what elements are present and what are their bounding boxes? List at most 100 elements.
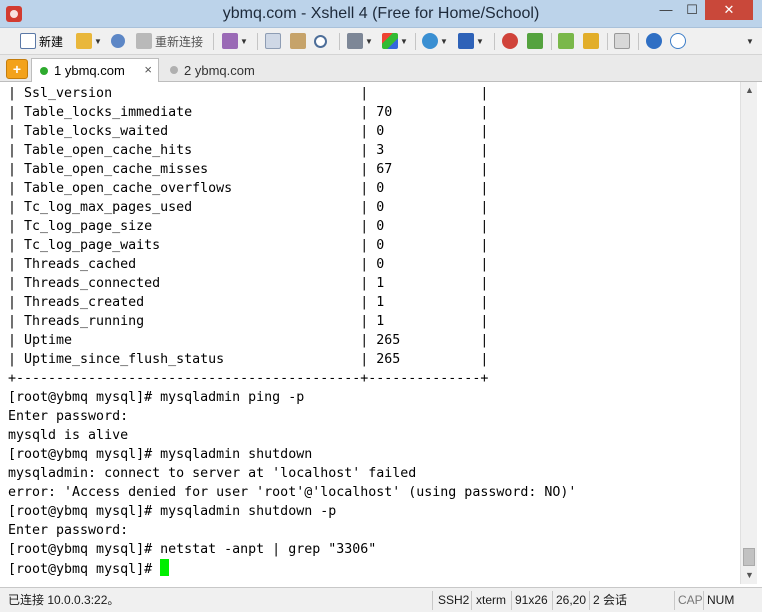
toolbar-separator xyxy=(339,33,340,50)
terminal-line: [root@ybmq mysql]# mysqladmin ping -p xyxy=(8,390,305,405)
link-button[interactable] xyxy=(111,31,125,51)
tab-label: 2 ybmq.com xyxy=(184,62,255,78)
properties-button[interactable]: ▼ xyxy=(222,31,248,51)
terminal-line: | Threads_cached | 0 | xyxy=(8,257,489,272)
status-divider xyxy=(471,591,472,610)
tab-label: 1 ybmq.com xyxy=(54,63,125,78)
terminal-line: | Tc_log_page_size | 0 | xyxy=(8,219,489,234)
fullscreen-icon xyxy=(558,33,574,49)
chevron-down-icon: ▼ xyxy=(400,36,408,46)
terminal-line: | Tc_log_max_pages_used | 0 | xyxy=(8,200,489,215)
font-icon xyxy=(458,33,474,49)
add-tab-button[interactable]: + xyxy=(6,59,28,79)
xftp-button[interactable] xyxy=(502,31,518,51)
maximize-button[interactable]: ☐ xyxy=(679,0,705,20)
status-bar: 已连接 10.0.0.3:22。 SSH2 xterm 91x26 26,20 … xyxy=(0,587,762,612)
chevron-down-icon: ▼ xyxy=(240,36,248,46)
terminal-output[interactable]: | Ssl_version | | | Table_locks_immediat… xyxy=(0,82,740,584)
tab-session-1[interactable]: 1 ybmq.com × xyxy=(31,58,159,82)
terminal-prompt-line[interactable]: [root@ybmq mysql]# xyxy=(8,559,170,578)
title-bar: ybmq.com - Xshell 4 (Free for Home/Schoo… xyxy=(0,0,762,28)
toolbar-overflow-button[interactable]: ▼ xyxy=(744,31,754,51)
copy-icon xyxy=(265,33,281,49)
minimize-button[interactable]: — xyxy=(653,0,679,20)
globe-icon xyxy=(422,33,438,49)
print-icon xyxy=(347,33,363,49)
properties-icon xyxy=(222,33,238,49)
scroll-up-arrow-icon[interactable]: ▲ xyxy=(741,82,758,99)
chevron-down-icon: ▼ xyxy=(94,36,102,46)
terminal-size-status: 91x26 xyxy=(515,593,548,607)
open-folder-icon xyxy=(76,33,92,49)
terminal-cursor xyxy=(160,559,170,576)
status-divider xyxy=(589,591,590,610)
toolbar-separator xyxy=(551,33,552,50)
caps-lock-indicator: CAP xyxy=(678,593,703,607)
xmanager-icon xyxy=(527,33,543,49)
protocol-status: SSH2 xyxy=(438,593,470,607)
terminal-line: | Threads_created | 1 | xyxy=(8,295,489,310)
print-button[interactable]: ▼ xyxy=(347,31,373,51)
terminal-line: | Table_open_cache_hits | 3 | xyxy=(8,143,489,158)
find-button[interactable] xyxy=(314,31,327,51)
globe-button[interactable]: ▼ xyxy=(422,31,448,51)
open-folder-button[interactable]: ▼ xyxy=(76,31,102,51)
num-lock-indicator: NUM xyxy=(707,593,735,607)
copy-button[interactable] xyxy=(265,31,281,51)
find-icon xyxy=(314,34,327,48)
tab-session-2[interactable]: 2 ybmq.com xyxy=(162,58,272,82)
disconnected-status-icon xyxy=(170,66,178,74)
toolbar: 新建 ▼ 重新连接 ▼ ▼ ▼ ▼ ▼ ▼ xyxy=(0,28,762,55)
terminal-line: error: 'Access denied for user 'root'@'l… xyxy=(8,485,577,500)
terminal-line: [root@ybmq mysql]# netstat -anpt | grep … xyxy=(8,542,377,557)
tab-bar: + 1 ybmq.com × 2 ybmq.com xyxy=(0,55,762,82)
status-divider xyxy=(552,591,553,610)
chat-button[interactable] xyxy=(670,31,686,51)
new-session-icon xyxy=(20,33,36,49)
xftp-icon xyxy=(502,33,518,49)
terminal-type-status: xterm xyxy=(476,593,506,607)
help-icon xyxy=(646,33,662,49)
toolbar-separator xyxy=(494,33,495,50)
close-button[interactable]: ✕ xyxy=(705,0,753,20)
chevron-down-icon: ▼ xyxy=(365,36,373,46)
terminal-line: | Threads_running | 1 | xyxy=(8,314,489,329)
xmanager-button[interactable] xyxy=(527,31,543,51)
terminal-line: | Uptime | 265 | xyxy=(8,333,489,348)
status-divider xyxy=(511,591,512,610)
terminal-line: mysqld is alive xyxy=(8,428,129,443)
status-divider xyxy=(674,591,675,610)
lock-button[interactable] xyxy=(583,31,599,51)
new-session-button[interactable]: 新建 xyxy=(20,31,63,51)
chevron-down-icon: ▼ xyxy=(440,36,448,46)
terminal-line: [root@ybmq mysql]# mysqladmin shutdown -… xyxy=(8,504,337,519)
terminal-scrollbar[interactable]: ▲ ▼ xyxy=(740,82,757,584)
terminal-line: +---------------------------------------… xyxy=(8,371,489,386)
fullscreen-button[interactable] xyxy=(558,31,574,51)
terminal-line: | Ssl_version | | xyxy=(8,86,489,101)
scroll-down-arrow-icon[interactable]: ▼ xyxy=(741,567,758,584)
connection-status: 已连接 10.0.0.3:22。 xyxy=(8,593,120,607)
shell-prompt: [root@ybmq mysql]# xyxy=(8,562,161,577)
toolbar-separator xyxy=(607,33,608,50)
color-scheme-button[interactable]: ▼ xyxy=(382,31,408,51)
status-divider xyxy=(703,591,704,610)
window-title: ybmq.com - Xshell 4 (Free for Home/Schoo… xyxy=(222,5,540,22)
new-session-label: 新建 xyxy=(39,34,64,49)
paste-button[interactable] xyxy=(290,31,306,51)
keyboard-button[interactable] xyxy=(614,31,630,51)
keyboard-icon xyxy=(614,33,630,49)
status-divider xyxy=(432,591,433,610)
reconnect-label: 重新连接 xyxy=(155,34,204,49)
reconnect-button[interactable]: 重新连接 xyxy=(136,31,203,51)
scrollbar-thumb[interactable] xyxy=(743,548,755,566)
chevron-down-icon: ▼ xyxy=(476,36,484,46)
tab-close-icon[interactable]: × xyxy=(144,62,152,77)
help-button[interactable] xyxy=(646,31,662,51)
cursor-position-status: 26,20 xyxy=(556,593,587,607)
font-button[interactable]: ▼ xyxy=(458,31,484,51)
terminal-line: | Table_open_cache_overflows | 0 | xyxy=(8,181,489,196)
session-count-status: 2 会话 xyxy=(593,593,628,607)
lock-icon xyxy=(583,33,599,49)
connected-status-icon xyxy=(40,66,48,75)
